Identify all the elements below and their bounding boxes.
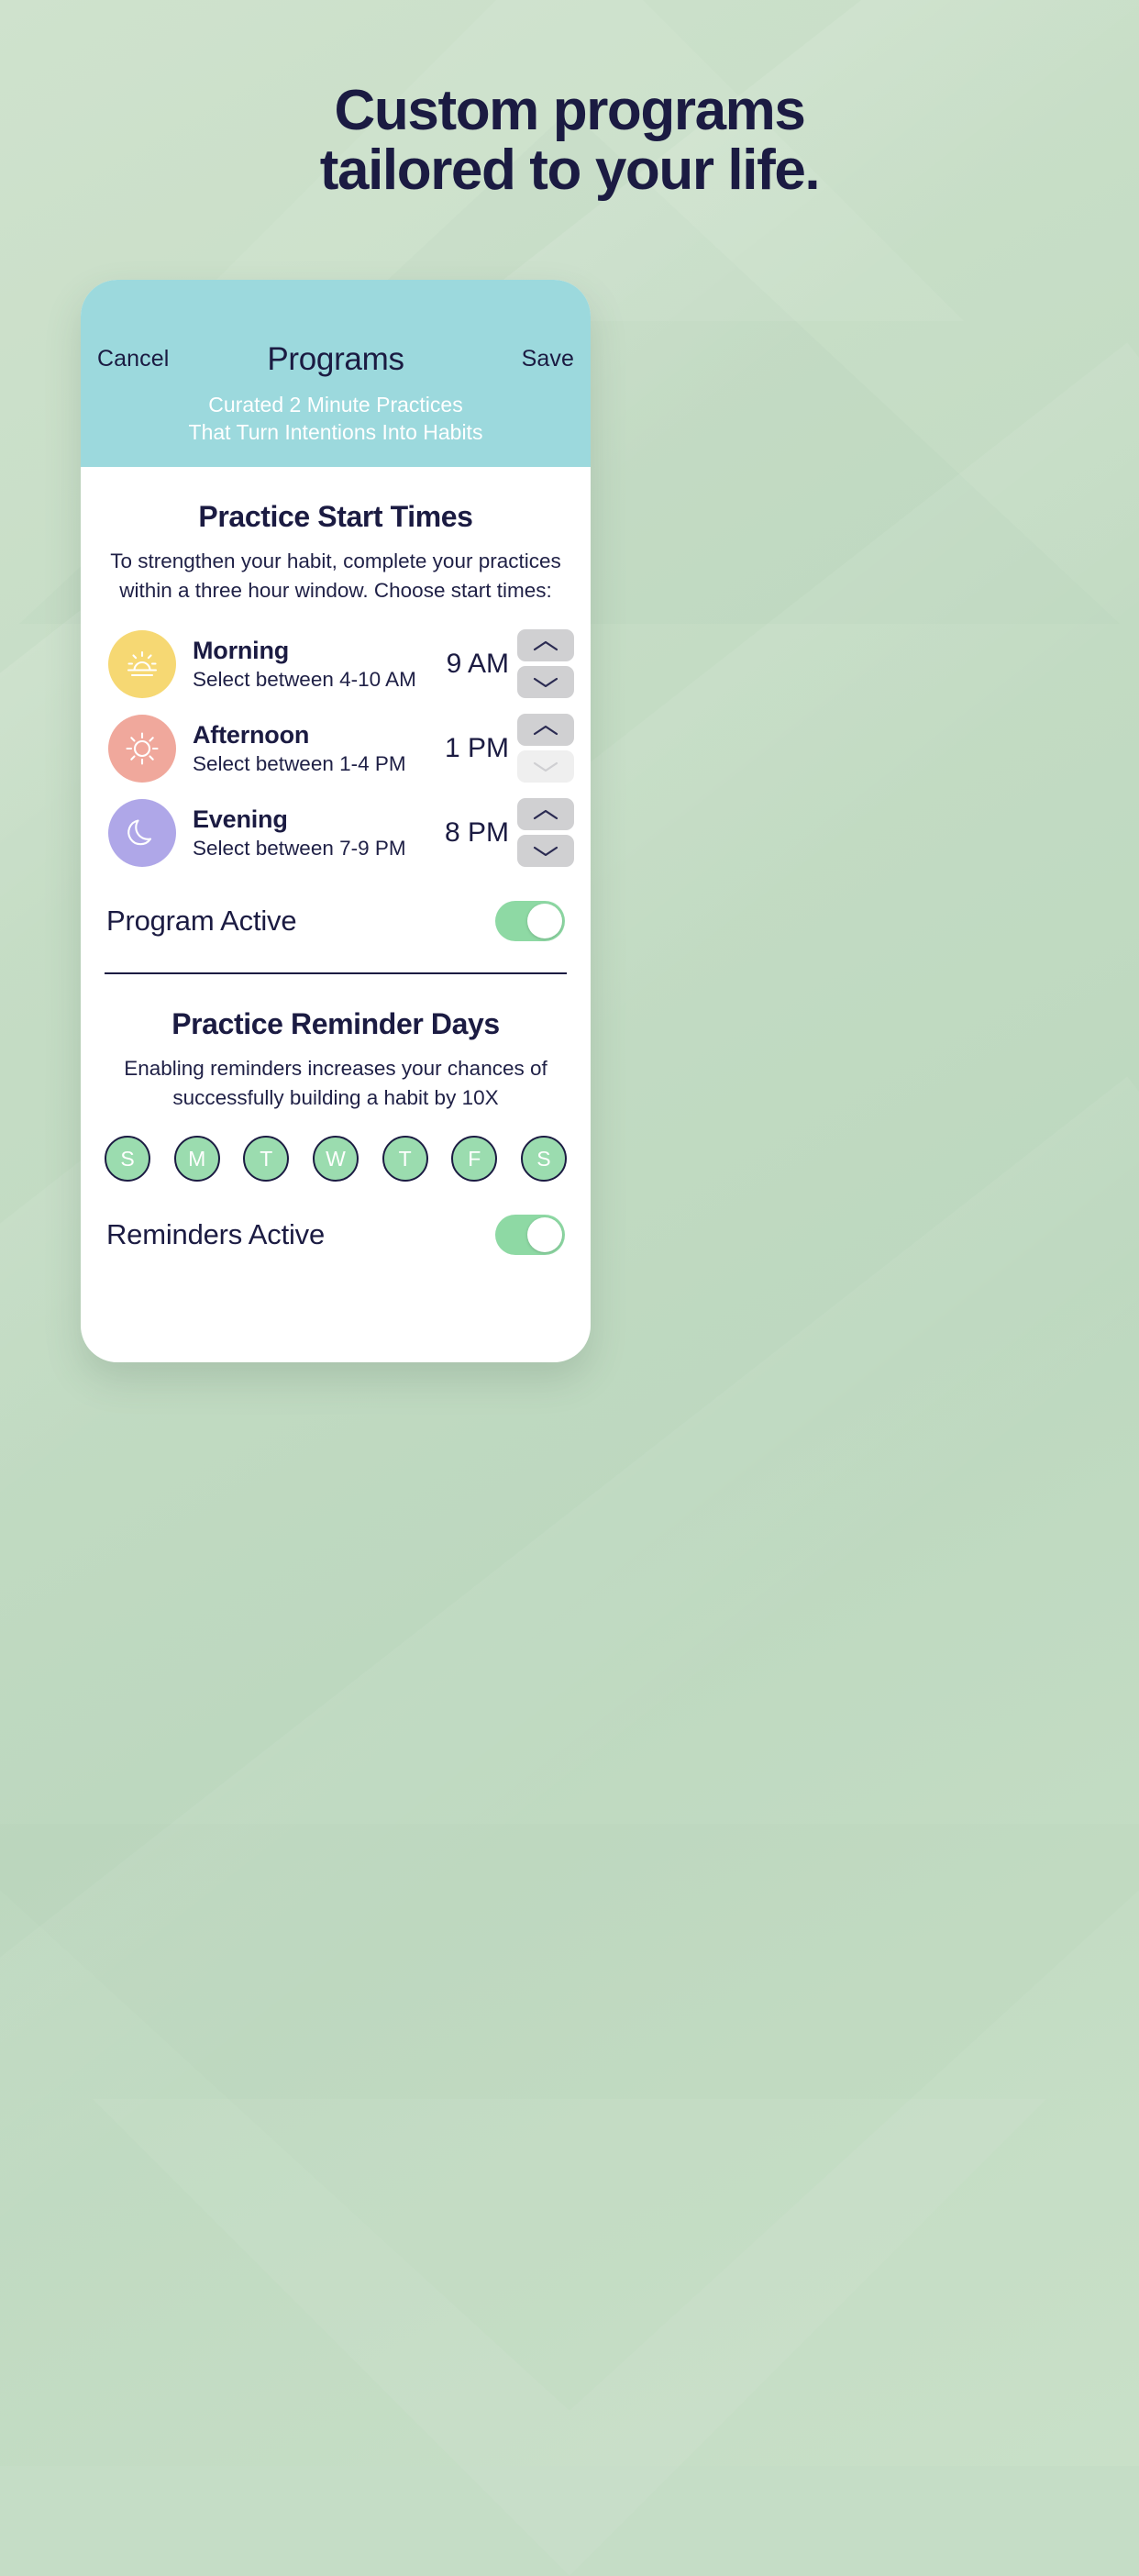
reminders-active-label: Reminders Active <box>106 1218 326 1251</box>
program-active-row: Program Active <box>97 900 574 941</box>
time-row-morning-stepper <box>517 629 574 699</box>
stepper-down-button-evening[interactable] <box>517 835 574 868</box>
reminder-days-title: Practice Reminder Days <box>171 1006 500 1040</box>
reminder-days-description-line-2: successfully building a habit by 10X <box>172 1085 499 1109</box>
start-times-title: Practice Start Times <box>198 499 473 533</box>
stepper-up-button-morning[interactable] <box>517 629 574 662</box>
program-active-toggle[interactable] <box>495 900 565 941</box>
stepper-down-button-afternoon <box>517 750 574 783</box>
navigation-bar: Cancel Programs Save <box>81 341 591 377</box>
time-row-morning-sub: Select between 4-10 AM <box>193 667 416 691</box>
time-row-evening-text: Evening Select between 7-9 PM <box>193 805 445 861</box>
header-subtitle-line-2: That Turn Intentions Into Habits <box>188 420 483 445</box>
start-times-description: To strengthen your habit, complete your … <box>97 547 574 605</box>
time-row-afternoon-sub: Select between 1-4 PM <box>193 751 406 775</box>
start-times-description-line-2: within a three hour window. Choose start… <box>119 578 552 602</box>
day-toggle-sunday[interactable]: S <box>105 1136 150 1183</box>
sunrise-icon <box>108 629 176 698</box>
reminders-active-toggle[interactable] <box>495 1215 565 1256</box>
app-header: Cancel Programs Save Curated 2 Minute Pr… <box>81 280 591 467</box>
phone-screen-card: Cancel Programs Save Curated 2 Minute Pr… <box>81 280 591 1362</box>
reminder-days-description: Enabling reminders increases your chance… <box>97 1054 574 1113</box>
time-row-evening: Evening Select between 7-9 PM 8 PM <box>97 791 574 875</box>
reminder-days-description-line-1: Enabling reminders increases your chance… <box>124 1056 547 1080</box>
time-row-evening-sub: Select between 7-9 PM <box>193 836 406 860</box>
time-row-morning-text: Morning Select between 4-10 AM <box>193 637 447 692</box>
stepper-down-button-morning[interactable] <box>517 666 574 699</box>
save-button[interactable]: Save <box>522 346 574 372</box>
day-toggle-saturday[interactable]: S <box>520 1136 567 1183</box>
day-toggle-thursday[interactable]: T <box>382 1136 428 1183</box>
reminders-active-row: Reminders Active <box>97 1215 574 1256</box>
toggle-knob <box>527 1217 562 1253</box>
reminder-days-selector: S M T W T F S <box>97 1136 574 1183</box>
stepper-up-button-evening[interactable] <box>517 798 574 831</box>
time-row-afternoon-text: Afternoon Select between 1-4 PM <box>193 721 445 776</box>
section-divider <box>105 972 567 974</box>
time-row-afternoon: Afternoon Select between 1-4 PM 1 PM <box>97 706 574 791</box>
day-toggle-monday[interactable]: M <box>173 1136 220 1183</box>
time-row-evening-stepper <box>517 798 574 868</box>
app-body: Practice Start Times To strengthen your … <box>81 500 591 1256</box>
day-toggle-wednesday[interactable]: W <box>312 1136 359 1183</box>
day-toggle-tuesday[interactable]: T <box>243 1136 290 1183</box>
time-row-afternoon-stepper <box>517 714 574 783</box>
day-toggle-friday[interactable]: F <box>451 1136 498 1183</box>
time-row-evening-name: Evening <box>193 805 288 833</box>
time-row-morning-value: 9 AM <box>446 648 509 679</box>
program-active-label: Program Active <box>106 904 297 937</box>
header-subtitle: Curated 2 Minute Practices That Turn Int… <box>81 391 591 447</box>
moon-icon <box>108 798 176 867</box>
time-row-morning-name: Morning <box>193 636 290 664</box>
page-headline: Custom programs tailored to your life. <box>0 81 1139 200</box>
time-row-evening-value: 8 PM <box>444 816 509 848</box>
start-times-description-line-1: To strengthen your habit, complete your … <box>110 549 561 572</box>
headline-line-2: tailored to your life. <box>319 139 821 203</box>
time-row-afternoon-value: 1 PM <box>444 732 509 763</box>
time-row-afternoon-name: Afternoon <box>193 720 310 749</box>
time-row-morning: Morning Select between 4-10 AM 9 AM <box>97 622 574 706</box>
sun-icon <box>108 714 176 783</box>
toggle-knob <box>527 903 562 938</box>
stepper-up-button-afternoon[interactable] <box>517 714 574 747</box>
cancel-button[interactable]: Cancel <box>97 346 169 372</box>
header-subtitle-line-1: Curated 2 Minute Practices <box>208 393 463 416</box>
start-times-list: Morning Select between 4-10 AM 9 AM Afte… <box>97 622 574 875</box>
headline-line-1: Custom programs <box>334 79 806 142</box>
